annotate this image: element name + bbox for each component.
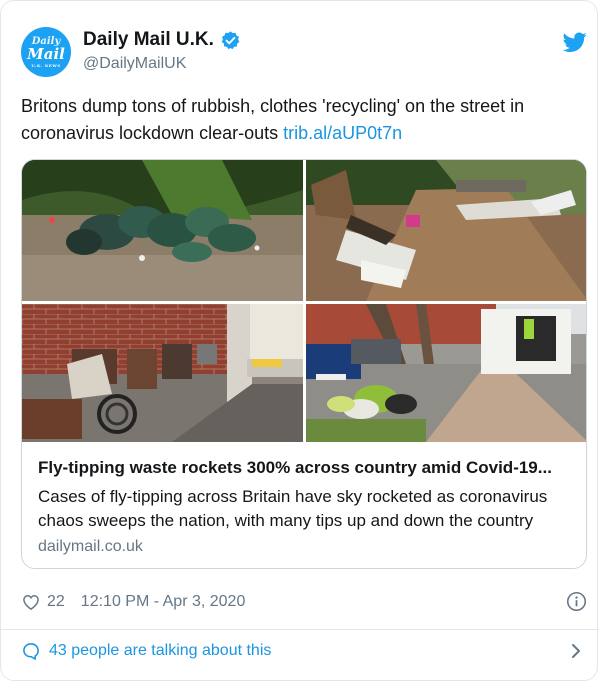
- photo-dumped-bags: [22, 160, 303, 301]
- tweet-meta: 22 12:10 PM - Apr 3, 2020: [21, 590, 245, 614]
- photo-van-dumped-bags: [306, 304, 586, 442]
- verified-badge-icon: [221, 31, 240, 50]
- heart-icon[interactable]: [21, 592, 41, 612]
- link-card-title[interactable]: Fly-tipping waste rockets 300% across co…: [38, 458, 578, 478]
- avatar-text-line3: U.K. NEWS: [31, 62, 61, 68]
- chevron-right-icon[interactable]: [568, 641, 584, 661]
- photo-dumped-furniture-gate: [306, 160, 586, 301]
- timestamp[interactable]: 12:10 PM - Apr 3, 2020: [81, 593, 246, 611]
- tweet-link[interactable]: trib.al/aUP0t7n: [283, 123, 402, 143]
- conversation-label[interactable]: 43 people are talking about this: [49, 642, 271, 660]
- account-handle[interactable]: @DailyMailUK: [83, 55, 186, 73]
- tweet-card: Daily Mail U.K. NEWS Daily Mail U.K. @Da…: [0, 0, 599, 681]
- twitter-bird-icon[interactable]: [563, 30, 587, 54]
- info-icon[interactable]: [566, 591, 587, 612]
- avatar-text-line1: Daily: [31, 35, 61, 47]
- tweet-body: Britons dump tons of rubbish, clothes 'r…: [21, 96, 525, 143]
- conversation-link[interactable]: 43 people are talking about this: [21, 639, 587, 663]
- divider: [1, 629, 599, 630]
- link-preview-card[interactable]: Fly-tipping waste rockets 300% across co…: [21, 159, 587, 569]
- link-card-domain: dailymail.co.uk: [38, 538, 143, 555]
- like-count[interactable]: 22: [47, 593, 65, 611]
- avatar-text-line2: Mail: [27, 44, 65, 63]
- account-name[interactable]: Daily Mail U.K.: [83, 29, 214, 51]
- avatar[interactable]: Daily Mail U.K. NEWS: [21, 27, 71, 77]
- link-card-description: Cases of fly-tipping across Britain have…: [38, 487, 548, 530]
- tweet-text: Britons dump tons of rubbish, clothes 'r…: [21, 93, 581, 147]
- photo-dumped-furniture-pavement: [22, 304, 303, 442]
- speech-bubble-icon: [23, 643, 39, 660]
